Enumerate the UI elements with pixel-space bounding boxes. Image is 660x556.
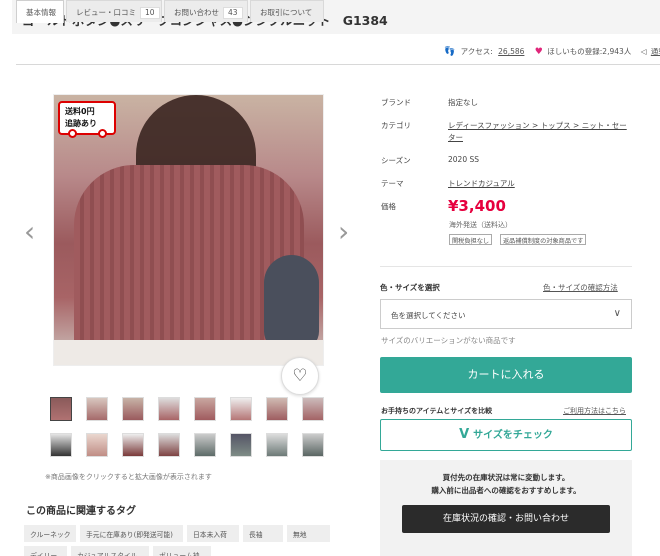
favorite-button[interactable]: ♡: [281, 357, 319, 395]
category-label: カテゴリ: [381, 121, 411, 130]
compare-label: お手持ちのアイテムとサイズを比較: [381, 407, 493, 415]
theme-value[interactable]: トレンドカジュアル: [448, 178, 515, 189]
brand-value: 指定なし: [448, 98, 478, 107]
next-image-arrow[interactable]: ›: [338, 215, 349, 248]
size-guide-link[interactable]: 色・サイズの確認方法: [543, 282, 618, 293]
tab-count: 10: [140, 7, 160, 19]
thumbnail[interactable]: [86, 433, 108, 457]
thumbnail[interactable]: [302, 433, 324, 457]
thumbnail[interactable]: [122, 433, 144, 457]
thumbnail[interactable]: [158, 433, 180, 457]
shipping-note: 海外発送（送料込）: [449, 221, 512, 229]
season-value: 2020 SS: [448, 155, 479, 164]
color-size-select[interactable]: 色を選択してください ∨: [380, 299, 632, 329]
v-logo-icon: V: [459, 427, 470, 442]
thumbnail[interactable]: [194, 433, 216, 457]
thumbnail[interactable]: [50, 433, 72, 457]
tab-basic-info[interactable]: 基本情報: [16, 0, 64, 23]
tab-reviews[interactable]: レビュー・口コミ 10: [66, 0, 162, 22]
wishlist-count: ほしいもの登録:2,943人: [547, 47, 632, 56]
tab-count: 43: [223, 7, 243, 19]
thumbnail[interactable]: [194, 397, 216, 421]
season-label: シーズン: [381, 156, 411, 165]
shipping-badge: 送料0円 追跡あり: [58, 101, 116, 138]
category-path-cont[interactable]: ター: [448, 132, 463, 143]
heart-icon: ♥: [534, 46, 543, 57]
thumbnail[interactable]: [266, 397, 288, 421]
thumbnail[interactable]: [266, 433, 288, 457]
size-check-button[interactable]: V サイズをチェック: [380, 419, 632, 451]
add-to-cart-button[interactable]: カートに入れる: [380, 357, 632, 393]
thumbnail[interactable]: [50, 397, 72, 421]
howto-link[interactable]: ご利用方法はこちら: [563, 406, 626, 416]
duty-free-badge: 関税負担なし: [449, 234, 493, 245]
thumbnail-note: ※商品画像をクリックすると拡大画像が表示されます: [45, 473, 212, 481]
tab-label: レビュー・口コミ: [76, 8, 136, 17]
tag-item[interactable]: 長袖: [243, 525, 283, 542]
tag-item[interactable]: カジュアルスタイル: [71, 546, 149, 556]
return-guarantee-badge: 返品補償制度の対象商品です: [500, 234, 587, 245]
megaphone-icon: ◁: [640, 47, 647, 56]
tab-label: お取引について: [260, 8, 313, 17]
size-check-label: サイズをチェック: [473, 430, 553, 441]
badge-line1: 送料0円: [65, 107, 95, 116]
chevron-down-icon: ∨: [613, 308, 621, 319]
related-tags-title: この商品に関連するタグ: [26, 506, 136, 517]
report-link[interactable]: 通報する: [651, 46, 660, 57]
tag-item[interactable]: クルーネック: [24, 525, 76, 542]
truck-wheel-icon: [68, 129, 77, 138]
thumbnail[interactable]: [302, 397, 324, 421]
footprint-icon: 👣: [444, 46, 456, 57]
select-label: 色・サイズを選択: [380, 283, 440, 292]
section-divider: [380, 266, 632, 267]
tab-transaction[interactable]: お取引について: [250, 0, 324, 22]
thumbnail[interactable]: [230, 433, 252, 457]
thumbnail[interactable]: [86, 397, 108, 421]
tag-item[interactable]: デイリー: [24, 546, 67, 556]
thumbnail[interactable]: [230, 397, 252, 421]
tag-item[interactable]: 無地: [287, 525, 330, 542]
image-bag: [264, 255, 319, 350]
select-value: 色を選択してください: [391, 311, 466, 320]
stock-notice-line2: 購入前に出品者への確認をおすすめします。: [431, 486, 581, 495]
brand-label: ブランド: [381, 98, 411, 107]
main-product-image[interactable]: 送料0円 追跡あり: [53, 94, 324, 366]
stock-notice-line1: 買付先の在庫状況は常に変動します。: [442, 473, 570, 482]
thumbnail[interactable]: [158, 397, 180, 421]
thumbnail[interactable]: [122, 397, 144, 421]
tag-item[interactable]: 手元に在庫あり(即発送可能): [80, 525, 183, 542]
heart-outline-icon: ♡: [292, 366, 308, 386]
stock-inquiry-button[interactable]: 在庫状況の確認・お問い合わせ: [402, 505, 610, 533]
tab-inquiries[interactable]: お問い合わせ 43: [164, 0, 248, 22]
truck-wheel-icon: [98, 129, 107, 138]
access-label: アクセス:: [460, 47, 493, 56]
tab-divider: [16, 64, 660, 65]
access-count[interactable]: 26,586: [498, 47, 524, 56]
tag-item[interactable]: ボリューム袖: [153, 546, 211, 556]
price-label: 価格: [381, 202, 396, 211]
stats-bar: 👣 アクセス: 26,586 ♥ ほしいもの登録:2,943人 ◁ 通報する: [444, 46, 660, 57]
tab-label: お問い合わせ: [174, 8, 219, 17]
price-value: ¥3,400: [448, 197, 506, 215]
no-variation-note: サイズのバリエーションがない商品です: [381, 336, 516, 345]
category-path[interactable]: レディースファッション > トップス > ニット・セー: [448, 120, 627, 131]
prev-image-arrow[interactable]: ‹: [24, 215, 35, 248]
tag-item[interactable]: 日本未入荷: [187, 525, 239, 542]
theme-label: テーマ: [381, 179, 404, 188]
image-pants: [54, 340, 323, 365]
stock-notice-box: 買付先の在庫状況は常に変動します。 購入前に出品者への確認をおすすめします。 在…: [380, 460, 632, 556]
tab-label: 基本情報: [26, 8, 56, 17]
